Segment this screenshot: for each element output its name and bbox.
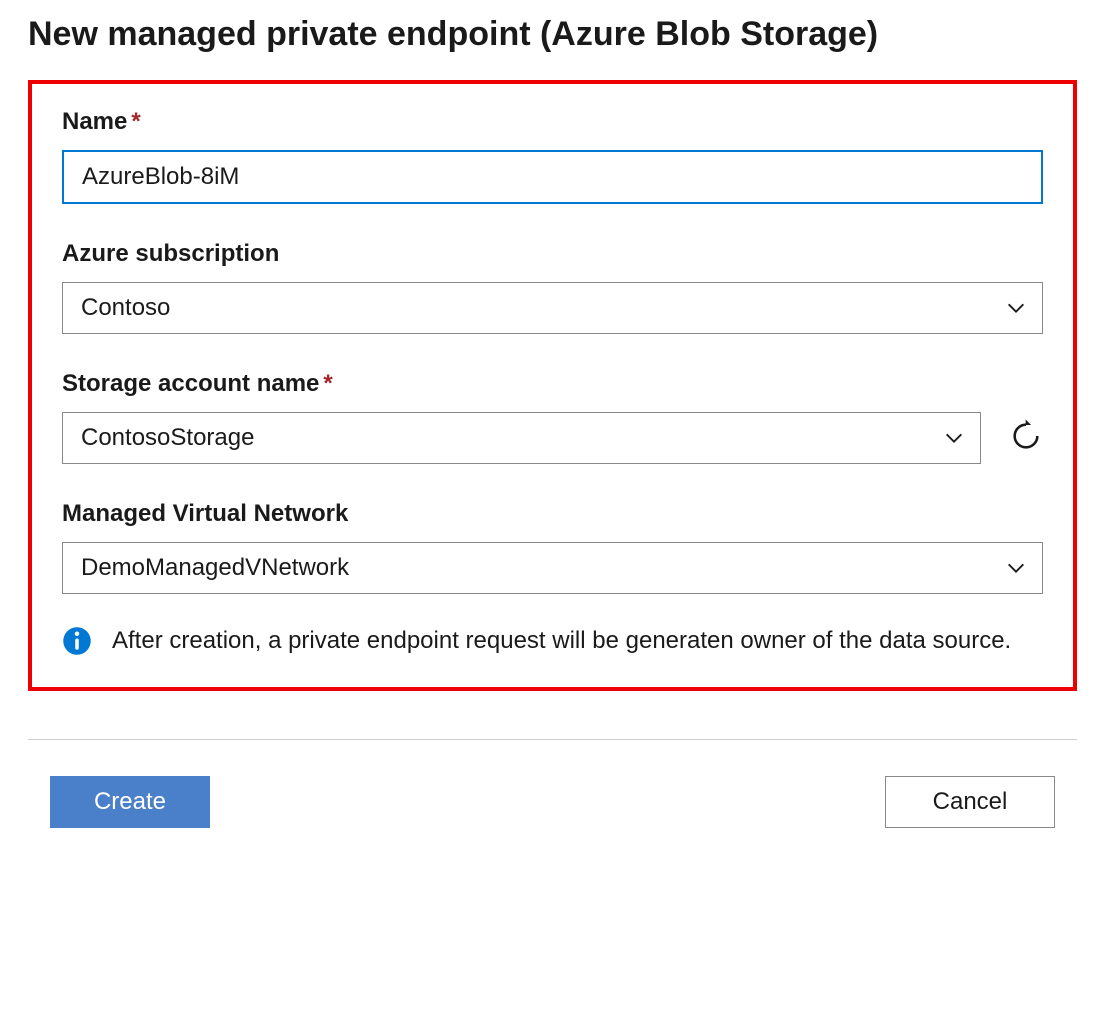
field-managed-vnet: Managed Virtual Network DemoManagedVNetw… [62, 500, 1043, 594]
create-button[interactable]: Create [50, 776, 210, 828]
managed-vnet-select-wrap: DemoManagedVNetwork [62, 542, 1043, 594]
subscription-select[interactable]: Contoso [62, 282, 1043, 334]
required-star-icon: * [323, 370, 332, 397]
storage-account-value: ContosoStorage [81, 424, 254, 452]
required-star-icon: * [131, 108, 140, 135]
managed-vnet-label: Managed Virtual Network [62, 500, 1043, 528]
cancel-button[interactable]: Cancel [885, 776, 1055, 828]
subscription-label-text: Azure subscription [62, 240, 279, 267]
subscription-label: Azure subscription [62, 240, 1043, 268]
refresh-button[interactable] [1009, 421, 1043, 455]
field-storage-account: Storage account name* ContosoStorage [62, 370, 1043, 464]
subscription-select-wrap: Contoso [62, 282, 1043, 334]
field-name: Name* [62, 108, 1043, 204]
managed-vnet-select[interactable]: DemoManagedVNetwork [62, 542, 1043, 594]
subscription-value: Contoso [81, 294, 170, 322]
field-subscription: Azure subscription Contoso [62, 240, 1043, 334]
storage-account-select[interactable]: ContosoStorage [62, 412, 981, 464]
managed-vnet-value: DemoManagedVNetwork [81, 554, 349, 582]
info-icon [62, 626, 92, 656]
info-message-text: After creation, a private endpoint reque… [112, 622, 1011, 659]
refresh-icon [1009, 419, 1043, 458]
form-highlight-region: Name* Azure subscription Contoso Storage… [28, 80, 1077, 691]
footer-actions: Create Cancel [28, 776, 1077, 828]
name-input[interactable] [62, 150, 1043, 204]
info-message-row: After creation, a private endpoint reque… [62, 622, 1043, 659]
name-label-text: Name [62, 108, 127, 135]
page-title: New managed private endpoint (Azure Blob… [28, 12, 1077, 56]
storage-account-select-wrap: ContosoStorage [62, 412, 981, 464]
managed-vnet-label-text: Managed Virtual Network [62, 500, 348, 527]
name-label: Name* [62, 108, 1043, 136]
storage-account-label: Storage account name* [62, 370, 1043, 398]
footer-divider [28, 739, 1077, 740]
storage-account-label-text: Storage account name [62, 370, 319, 397]
